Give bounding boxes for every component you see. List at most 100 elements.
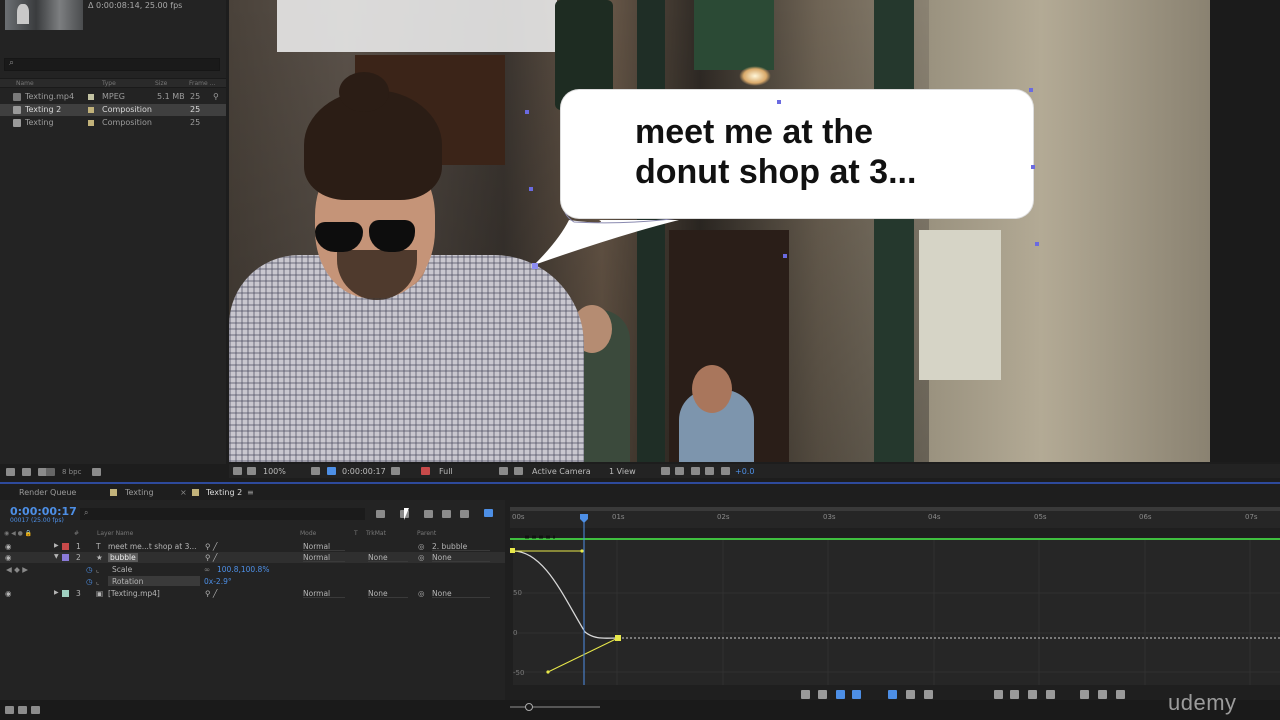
show-properties-icon[interactable] [801,690,810,699]
layer-name[interactable]: [Texting.mp4] [108,589,160,598]
exposure-icon[interactable] [721,467,730,475]
view-layout-select[interactable]: 1 View [609,467,636,476]
channel-icon[interactable] [421,467,430,475]
col-parent[interactable]: Parent [417,530,436,537]
composition-viewer[interactable]: meet me at the donut shop at 3... [229,0,1210,462]
switches-icon[interactable]: ⚲ ╱ [205,553,217,562]
always-preview-icon[interactable] [233,467,242,475]
layer-row[interactable]: ◉ ▶ 3 ▣ [Texting.mp4] ⚲ ╱ Normal None ◎ … [0,588,505,599]
fit-selection-icon[interactable] [906,690,915,699]
interpret-footage-icon[interactable] [6,468,15,476]
transparency-grid-icon[interactable] [514,467,523,475]
col-trkmat[interactable]: TrkMat [366,530,386,537]
scale-value[interactable]: 100.8,100.8% [217,565,269,574]
edit-keyframe-icon[interactable] [994,690,1003,699]
path-handle[interactable] [1035,242,1039,246]
toggle-pixel-icon[interactable] [661,467,670,475]
frame-blending-icon[interactable] [442,510,451,518]
label-color[interactable] [88,107,94,113]
tab-texting-2[interactable]: Texting 2 [206,488,242,497]
bubble-text[interactable]: meet me at the donut shop at 3... [635,112,916,192]
track-matte-select[interactable]: None [368,553,408,562]
col-mode[interactable]: Mode [300,530,316,537]
parent-select[interactable]: 2. bubble [432,542,490,551]
composition-mini-flowchart-icon[interactable] [376,510,385,518]
av-switches-icon[interactable]: ◉ ◀ ● 🔒 [4,530,32,537]
blend-mode-select[interactable]: Normal [303,542,345,551]
zoom-slider-handle[interactable] [525,703,533,711]
motion-blur-icon[interactable] [460,510,469,518]
camera-select[interactable]: Active Camera [532,467,591,476]
tab-texting[interactable]: Texting [125,488,154,497]
switches-icon[interactable]: ⚲ ╱ [205,542,217,551]
timeline-search-input[interactable]: ⌕ [80,508,365,520]
easy-ease-in-icon[interactable] [1098,690,1107,699]
expand-arrow-icon[interactable]: ▶ [54,542,59,549]
in-out-icon[interactable] [31,706,40,714]
auto-zoom-icon[interactable] [888,690,897,699]
parent-select[interactable]: None [432,589,490,598]
project-item[interactable]: Texting 2 Composition 25 [0,104,226,116]
graph-toggle-icon[interactable]: ⌞ [96,565,100,574]
snapshot-icon[interactable] [391,467,400,475]
region-of-interest-icon[interactable] [499,467,508,475]
path-handle[interactable] [1031,165,1035,169]
collapse-arrow-icon[interactable]: ▼ [54,553,59,560]
easy-ease-out-icon[interactable] [1116,690,1125,699]
label-color[interactable] [88,120,94,126]
expand-arrow-icon[interactable]: ▶ [54,589,59,596]
hold-keyframe-icon[interactable] [1010,690,1019,699]
trash-icon[interactable] [92,468,101,476]
pickwhip-icon[interactable]: ◎ [418,553,425,562]
easy-ease-icon[interactable] [1080,690,1089,699]
eye-icon[interactable]: ◉ [5,542,12,551]
project-item[interactable]: Texting Composition 25 [0,117,226,129]
fast-preview-icon[interactable] [675,467,684,475]
path-handle[interactable] [1029,88,1033,92]
flowchart-icon[interactable] [705,467,714,475]
layer-switches-icon[interactable] [18,706,27,714]
graph-toggle-icon[interactable]: ⌞ [96,577,100,586]
transform-box-icon[interactable] [836,690,845,699]
link-icon[interactable]: ∞ [204,565,210,574]
col-size[interactable]: Size [155,80,167,87]
layer-row[interactable]: ◉ ▶ 1 T meet me...t shop at 3... ⚲ ╱ Nor… [0,541,505,552]
project-item[interactable]: Texting.mp4 MPEG 5.1 MB 25 ⚲ [0,91,226,103]
label-color[interactable] [62,543,69,550]
layer-name[interactable]: bubble [108,553,138,562]
menu-icon[interactable]: ≡ [247,488,254,497]
project-search-input[interactable]: ⌕ [4,58,220,71]
label-color[interactable] [88,94,94,100]
pickwhip-icon[interactable]: ◎ [418,589,425,598]
path-handle[interactable] [529,187,533,191]
layer-row[interactable]: ◉ ▼ 2 ★ bubble ⚲ ╱ Normal None ◎ None [0,552,505,563]
eye-icon[interactable]: ◉ [5,553,12,562]
rotation-value[interactable]: 0x-2.9° [204,577,232,586]
anchor-point[interactable] [532,263,538,269]
label-color[interactable] [62,554,69,561]
col-frame[interactable]: Frame ... [189,80,215,87]
graph-type-icon[interactable] [818,690,827,699]
path-handle[interactable] [777,100,781,104]
region-icon[interactable] [247,467,256,475]
property-row[interactable]: ◷ ⌞ Rotation 0x-2.9° [0,576,505,587]
exposure-value[interactable]: +0.0 [735,467,754,476]
path-handle[interactable] [783,254,787,258]
keyframe-nav-icon[interactable]: ◀ ◆ ▶ [6,565,28,574]
stopwatch-icon[interactable]: ◷ [86,577,93,586]
auto-bezier-icon[interactable] [1046,690,1055,699]
property-row[interactable]: ◀ ◆ ▶ ◷ ⌞ Scale ∞ 100.8,100.8% [0,564,505,575]
grid-icon[interactable] [311,467,320,475]
mask-visibility-icon[interactable] [327,467,336,475]
resolution-select[interactable]: Full [439,467,453,476]
col-type[interactable]: Type [102,80,116,87]
settings-icon[interactable] [46,468,55,476]
linear-keyframe-icon[interactable] [1028,690,1037,699]
switches-icon[interactable]: ⚲ ╱ [205,589,217,598]
parent-select[interactable]: None [432,553,490,562]
current-time[interactable]: 0:00:00:17 [342,467,386,476]
layer-name[interactable]: meet me...t shop at 3... [108,542,197,551]
snap-icon[interactable] [852,690,861,699]
zoom-select[interactable]: 100% [263,467,286,476]
blend-mode-select[interactable]: Normal [303,553,345,562]
